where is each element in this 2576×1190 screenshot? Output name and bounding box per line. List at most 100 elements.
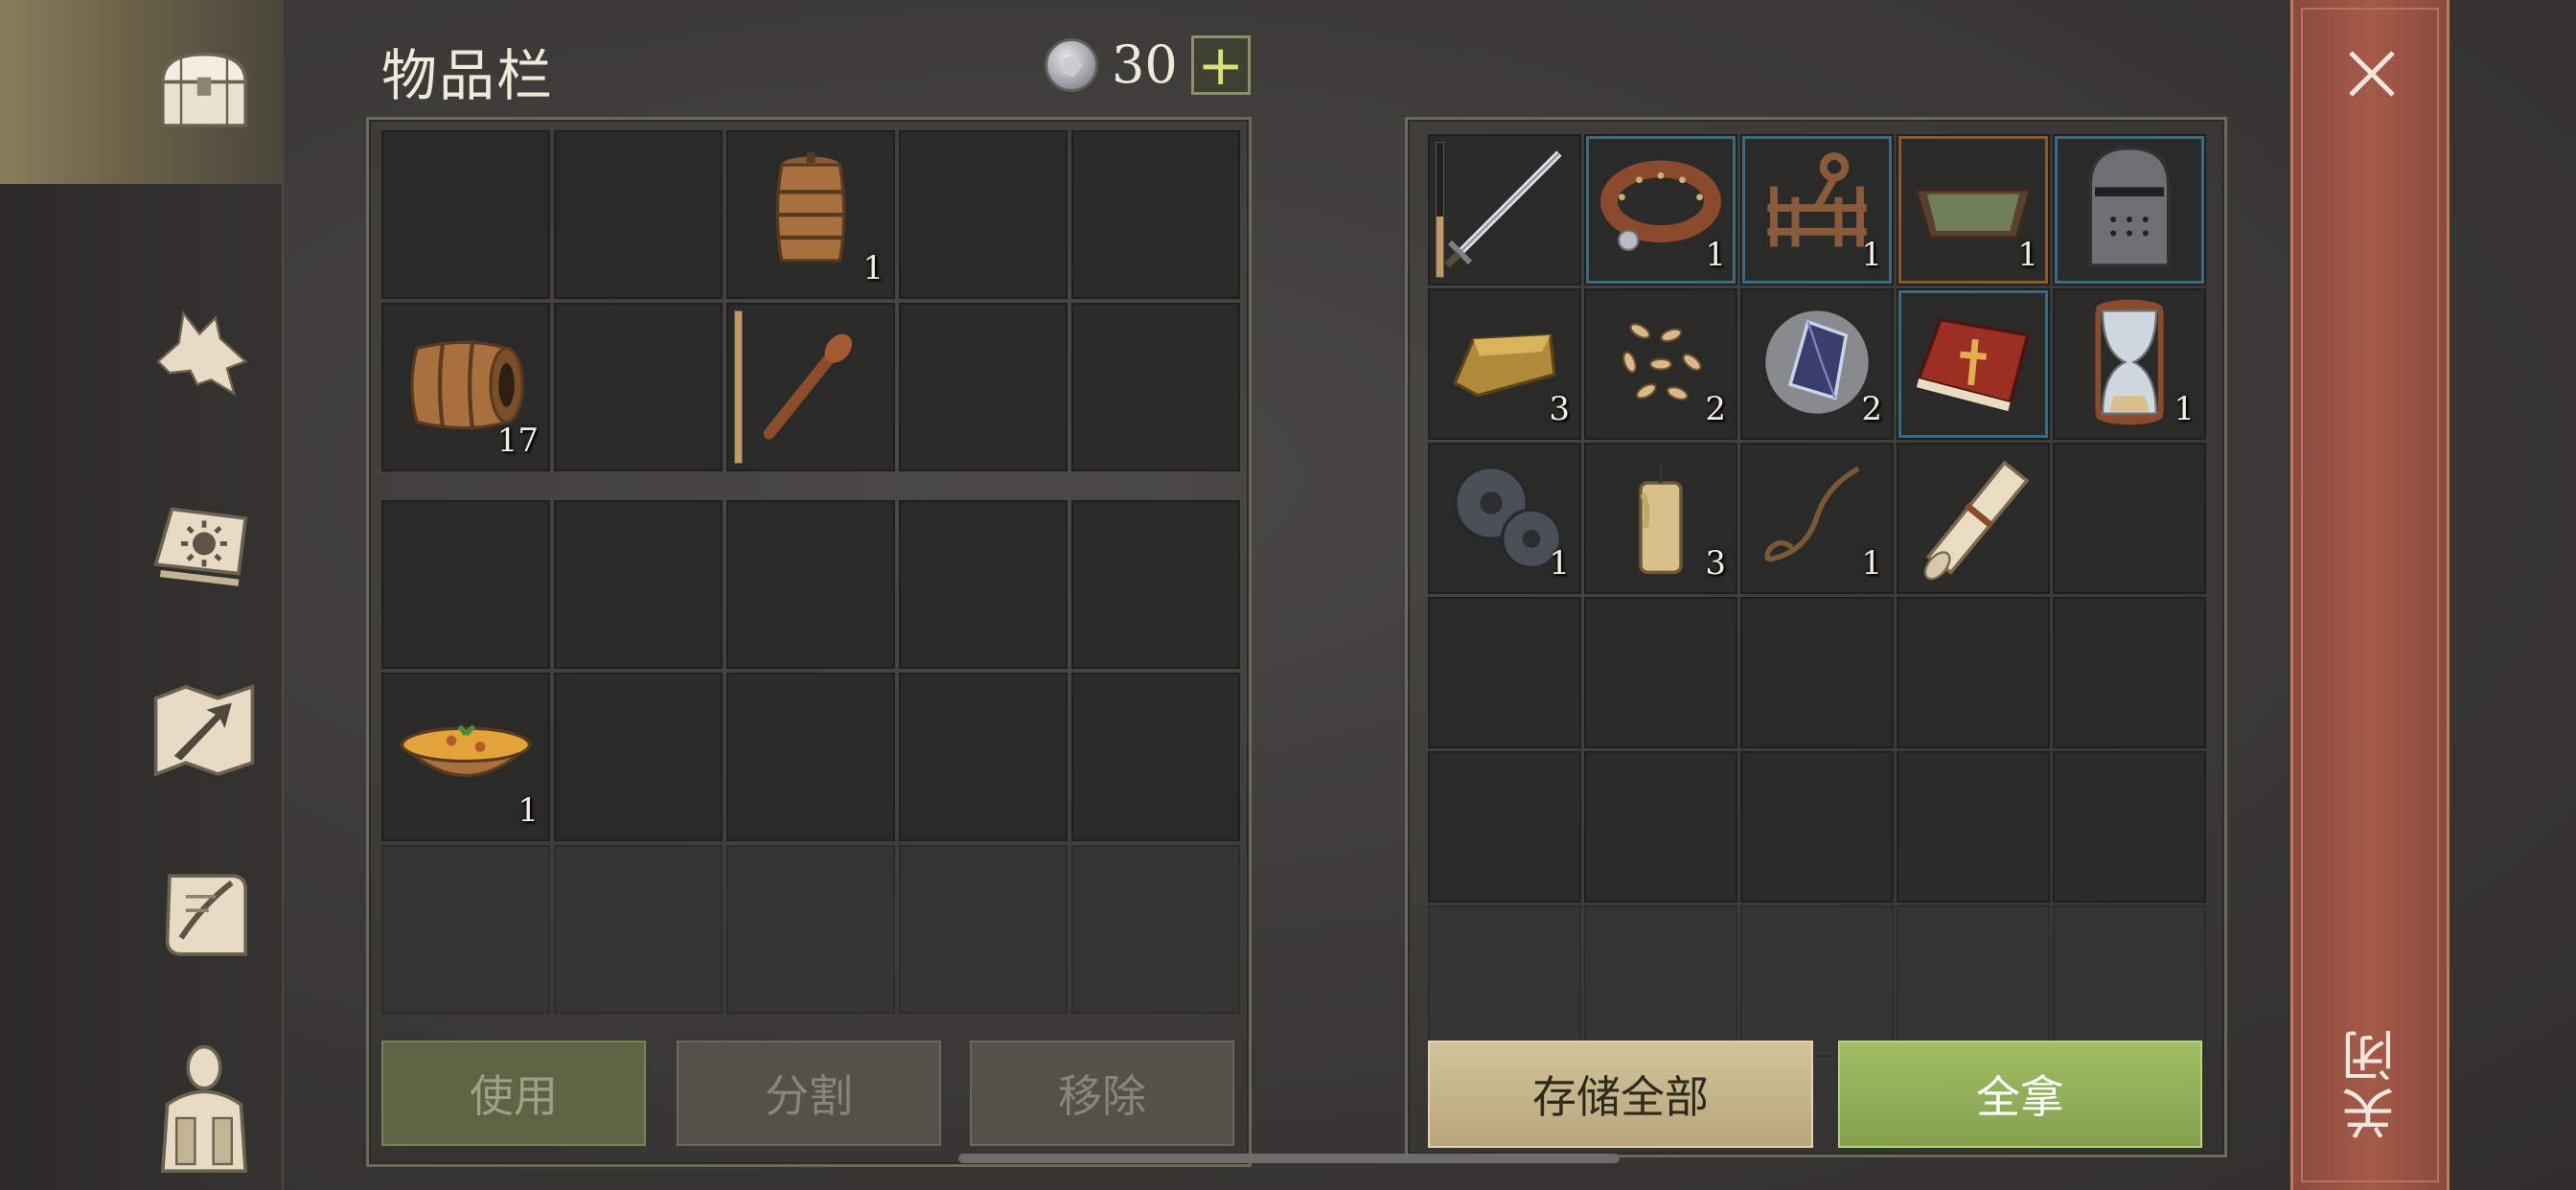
close-icon[interactable] [2338, 40, 2405, 107]
sun-book-icon[interactable] [142, 479, 266, 604]
inventory-slot[interactable] [2053, 751, 2206, 903]
remove-button[interactable]: 移除 [970, 1041, 1234, 1146]
inventory-slot[interactable]: 3 [1584, 443, 1737, 594]
small-barrel-icon [758, 150, 863, 279]
home-indicator [958, 1154, 1620, 1163]
inventory-slot[interactable] [1071, 303, 1240, 471]
item-count: 1 [1549, 544, 1570, 583]
inventory-slot[interactable] [1428, 134, 1581, 286]
red-book-icon [1906, 303, 2040, 426]
inventory-slot[interactable] [554, 673, 723, 841]
item-count: 2 [1705, 390, 1726, 428]
candle-icon [1616, 449, 1707, 587]
currency-amount: 30 [1112, 34, 1178, 95]
inventory-slot[interactable] [2053, 443, 2206, 594]
item-count: 1 [1705, 236, 1726, 274]
inventory-slot[interactable]: 17 [381, 303, 550, 471]
inventory-slot[interactable]: 1 [381, 673, 550, 841]
inventory-slot[interactable] [554, 500, 723, 669]
inventory-slot[interactable] [1740, 597, 1894, 748]
inventory-slot[interactable]: 2 [1584, 288, 1737, 440]
inventory-slot[interactable] [2053, 134, 2206, 286]
inventory-slot[interactable] [381, 130, 550, 299]
inventory-slot[interactable] [1897, 288, 2050, 440]
inventory-top-grid: 1 17 [381, 130, 1240, 471]
inventory-slot[interactable] [1071, 673, 1240, 841]
inventory-slot[interactable] [1740, 751, 1894, 903]
inventory-slot[interactable] [1897, 751, 2050, 903]
backpack-character-icon[interactable] [142, 1030, 266, 1183]
inventory-slot[interactable] [899, 845, 1068, 1014]
map-arrow-icon[interactable] [142, 666, 266, 790]
item-count: 1 [1861, 544, 1882, 583]
item-count: 1 [518, 791, 539, 830]
inventory-slot[interactable] [1071, 500, 1240, 669]
inventory-slot[interactable] [554, 303, 723, 471]
inventory-slot[interactable] [381, 845, 550, 1014]
inventory-slot[interactable] [1071, 130, 1240, 299]
close-strip[interactable] [2290, 0, 2450, 1190]
durability-bar [734, 310, 743, 464]
item-count: 1 [2174, 390, 2195, 428]
inventory-slot[interactable] [726, 673, 895, 841]
inventory-slot[interactable] [1071, 845, 1240, 1014]
item-count: 3 [1705, 544, 1726, 583]
split-button[interactable]: 分割 [677, 1041, 941, 1146]
inventory-slot[interactable] [2053, 905, 2206, 1057]
inventory-slot[interactable] [726, 500, 895, 669]
inventory-slot[interactable] [381, 500, 550, 669]
inventory-slot[interactable] [899, 130, 1068, 299]
chest-icon[interactable] [142, 29, 266, 153]
silver-coin-icon [1045, 37, 1098, 92]
storage-grid: 1 1 1 3 2 2 1 1 3 1 [1428, 134, 2206, 1057]
inventory-slot[interactable] [1897, 905, 2050, 1057]
inventory-slot[interactable] [1584, 905, 1737, 1057]
inventory-slot[interactable] [899, 303, 1068, 471]
knight-helmet-icon [2072, 139, 2187, 282]
store-all-button[interactable]: 存储全部 [1428, 1041, 1813, 1148]
inventory-slot[interactable] [1584, 597, 1737, 748]
take-all-button[interactable]: 全拿 [1838, 1041, 2202, 1148]
inventory-slot[interactable] [1584, 751, 1737, 903]
inventory-slot[interactable]: 1 [726, 130, 895, 299]
close-button-label[interactable]: 关闭 [2325, 1016, 2421, 1150]
sword-icon [1433, 136, 1576, 284]
inventory-slot[interactable] [1897, 597, 2050, 748]
inventory-slot[interactable]: 1 [1584, 134, 1737, 286]
inventory-slot[interactable] [1740, 905, 1894, 1057]
item-count: 2 [1861, 390, 1882, 428]
page-title: 物品栏 [381, 43, 555, 108]
wolf-head-icon[interactable] [142, 292, 266, 417]
inventory-slot[interactable] [554, 845, 723, 1014]
inventory-slot[interactable] [1428, 597, 1581, 748]
use-button[interactable]: 使用 [381, 1041, 646, 1146]
inventory-slot[interactable] [899, 673, 1068, 841]
sidebar [0, 0, 284, 1190]
inventory-slot[interactable] [554, 130, 723, 299]
inventory-slot[interactable]: 1 [1740, 134, 1894, 286]
inventory-slot[interactable] [1897, 443, 2050, 594]
inventory-slot[interactable]: 1 [1740, 443, 1894, 594]
currency-display: 30 + [1045, 34, 1251, 95]
inventory-slot[interactable]: 1 [2053, 288, 2206, 440]
paper-scroll-icon [1906, 449, 2040, 587]
item-count: 17 [496, 422, 539, 460]
add-currency-button[interactable]: + [1190, 34, 1251, 95]
inventory-slot[interactable]: 3 [1428, 288, 1581, 440]
stew-bowl-icon [394, 702, 538, 812]
inventory-slot[interactable]: 1 [1897, 134, 2050, 286]
inventory-slot[interactable] [726, 845, 895, 1014]
inventory-bottom-grid: 1 [381, 500, 1240, 1014]
inventory-slot[interactable] [2053, 597, 2206, 748]
scroll-quill-icon[interactable] [142, 853, 266, 977]
inventory-slot[interactable]: 2 [1740, 288, 1894, 440]
wooden-club-icon [753, 328, 868, 446]
item-count: 3 [1549, 390, 1570, 428]
inventory-slot[interactable] [726, 303, 895, 471]
hourglass-icon [2084, 295, 2175, 433]
inventory-slot[interactable] [1428, 905, 1581, 1057]
inventory-slot[interactable] [1428, 751, 1581, 903]
inventory-slot[interactable]: 1 [1428, 443, 1581, 594]
item-count: 1 [2017, 236, 2038, 274]
inventory-slot[interactable] [899, 500, 1068, 669]
